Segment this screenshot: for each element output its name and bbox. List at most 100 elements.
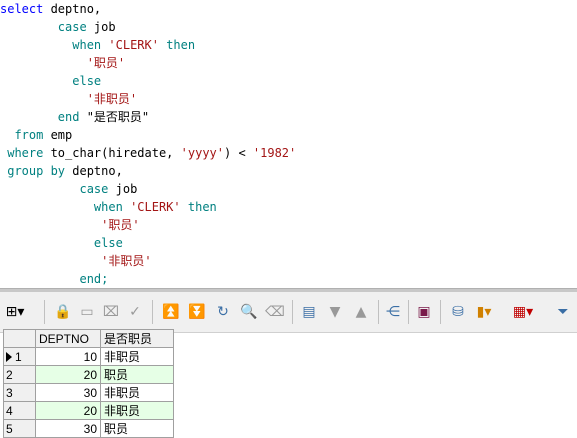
save-icon[interactable]: ▣ [413,301,435,323]
toolbar-separator [440,300,441,324]
code-token: to_char(hiredate, [43,146,181,160]
code-token: "是否职员" [79,110,150,124]
sql-editor[interactable]: select deptno, case job when 'CLERK' the… [0,0,577,288]
code-line[interactable]: when 'CLERK' then [0,36,195,54]
code-line[interactable]: case job [0,18,116,36]
corner-cell [3,329,36,348]
code-token: deptno, [65,164,123,178]
code-token: 'yyyy' [180,146,224,160]
cell-deptno[interactable]: 20 [35,365,101,384]
code-token: case [79,182,109,196]
code-token: when [93,200,123,214]
find-icon[interactable]: 🔍 [238,301,260,323]
query-by-example-icon[interactable]: ⋲ [382,301,404,323]
code-token: '职员' [86,56,126,70]
insert-record-icon[interactable]: ▭ [76,301,98,323]
code-token: then [166,38,196,52]
code-token: select [0,2,44,16]
cell-flag[interactable]: 非职员 [100,383,174,402]
code-line[interactable]: else [0,72,101,90]
first-record-icon[interactable]: ⏫ [160,301,182,323]
code-token: ) < [224,146,253,160]
code-line[interactable]: end; [0,270,108,288]
code-token: job [108,182,138,196]
delete-record-icon[interactable]: ⌧ [100,301,122,323]
filter-icon[interactable]: ⏷ [552,301,574,323]
grid-options-icon[interactable]: ⊞▾ [4,301,26,323]
code-line[interactable]: select deptno, [0,0,101,18]
previous-icon[interactable]: ▲ [350,301,372,323]
code-token: else [93,236,123,250]
code-token: '职员' [101,218,140,232]
lock-icon[interactable]: 🔒 [52,301,74,323]
post-changes-icon[interactable]: ✓ [124,301,146,323]
cell-deptno[interactable]: 30 [35,419,101,438]
toolbar-separator [44,300,45,324]
column-header-flag[interactable]: 是否职员 [100,329,174,348]
code-token: end; [79,272,109,286]
result-toolbar: ⊞▾ 🔒 ▭ ⌧ ✓ ⏫ ⏬ ↻ 🔍 ⌫ ▤ ▼ ▲ ⋲ ▣ ⛁ ▮▾ ▦▾ ⏷ [0,292,577,333]
table-row[interactable]: 2 20 职员 [3,365,174,384]
toolbar-separator [378,300,379,324]
result-table: DEPTNO 是否职员 1 10 非职员 2 20 职员 3 30 非职员 4 20 非职员 5 30 职员 [3,329,174,438]
single-record-view-icon[interactable]: ▤ [298,301,320,323]
code-token: '1982' [252,146,297,160]
code-token: then [187,200,217,214]
row-indicator-icon [6,352,12,363]
code-token: 'CLERK' [108,38,159,52]
cell-deptno[interactable]: 20 [35,401,101,420]
chart-icon[interactable]: ▮▾ [473,301,495,323]
code-token: when [72,38,102,52]
code-token: end [57,110,80,124]
table-row[interactable]: 4 20 非职员 [3,401,174,420]
cell-flag[interactable]: 非职员 [100,401,174,420]
refresh-icon[interactable]: ↻ [212,301,234,323]
code-line[interactable]: end "是否职员" [0,108,149,126]
code-line[interactable]: else [0,234,123,252]
code-token: case [57,20,87,34]
row-number[interactable]: 4 [3,401,36,420]
code-line[interactable]: when 'CLERK' then [0,198,217,216]
code-token: group by [7,164,66,178]
header-row: DEPTNO 是否职员 [3,329,174,348]
code-token: 'CLERK' [130,200,181,214]
code-line[interactable]: case job [0,180,137,198]
code-token: where [7,146,44,160]
result-grid: DEPTNO 是否职员 1 10 非职员 2 20 职员 3 30 非职员 4 20 非职员 5 30 职员 [3,329,174,438]
table-row[interactable]: 3 30 非职员 [3,383,174,402]
cell-deptno[interactable]: 10 [35,347,101,366]
row-number[interactable]: 3 [3,383,36,402]
clear-icon[interactable]: ⌫ [264,301,286,323]
row-number[interactable]: 5 [3,419,36,438]
code-line[interactable]: where to_char(hiredate, 'yyyy') < '1982' [0,144,296,162]
next-icon[interactable]: ▼ [324,301,346,323]
code-token: '非职员' [86,92,138,106]
cell-flag[interactable]: 职员 [100,419,174,438]
code-line[interactable]: '非职员' [0,252,152,270]
table-view-icon[interactable]: ▦▾ [512,301,534,323]
code-line[interactable]: '职员' [0,216,140,234]
export-icon[interactable]: ⛁ [447,301,469,323]
table-row[interactable]: 1 10 非职员 [3,347,174,366]
row-number[interactable]: 1 [3,347,36,366]
code-line[interactable]: '职员' [0,54,125,72]
toolbar-separator [152,300,153,324]
code-token: emp [43,128,73,142]
cell-flag[interactable]: 非职员 [100,347,174,366]
row-number[interactable]: 2 [3,365,36,384]
code-line[interactable]: from emp [0,126,72,144]
column-header-deptno[interactable]: DEPTNO [35,329,101,348]
code-line[interactable]: group by deptno, [0,162,123,180]
code-token: else [72,74,102,88]
cell-deptno[interactable]: 30 [35,383,101,402]
code-line[interactable]: '非职员' [0,90,137,108]
toolbar-separator [292,300,293,324]
code-token: from [14,128,44,142]
last-record-icon[interactable]: ⏬ [186,301,208,323]
code-token: job [86,20,116,34]
cell-flag[interactable]: 职员 [100,365,174,384]
code-token: '非职员' [101,254,152,268]
table-row[interactable]: 5 30 职员 [3,419,174,438]
